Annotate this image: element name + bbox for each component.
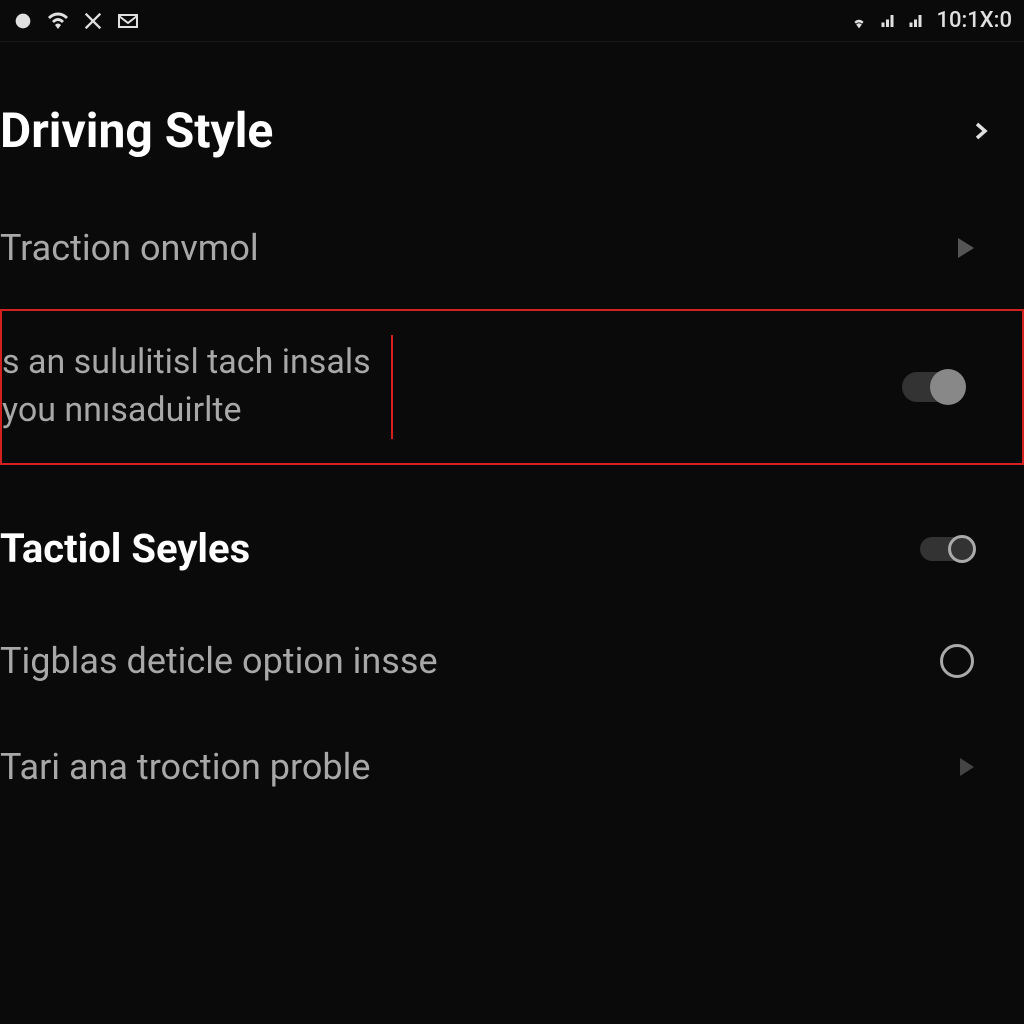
page-title: Driving Style [0,102,273,159]
crossed-icon [82,10,104,32]
play-arrow-icon [958,238,974,258]
wifi-signal-icon [848,10,870,32]
tigblas-radio-control[interactable] [940,644,974,678]
toggle-switch-on[interactable] [902,372,962,402]
status-bar: 10:1X:0 [0,0,1024,42]
traction-label: Traction onvmol [0,227,259,269]
toggle-switch-off[interactable] [920,537,974,561]
red-divider [391,335,393,439]
status-time: 10:1X:0 [936,8,1012,33]
radio-button-icon[interactable] [940,644,974,678]
traction-arrow [958,238,974,258]
highlighted-line2: you nnısaduirlte [2,387,371,435]
highlighted-setting-row[interactable]: s an sululitisl tach insals you nnısadui… [0,309,1024,465]
tigblas-row[interactable]: Tigblas deticle option insse [0,600,1024,710]
highlighted-toggle-control[interactable] [902,372,1012,402]
status-bar-right: 10:1X:0 [848,8,1012,33]
tigblas-label: Tigblas deticle option insse [0,640,438,682]
tactiol-row[interactable]: Tactiol Seyles [0,477,1024,600]
toggle-knob-icon [930,369,966,405]
settings-content: Driving Style Traction onvmol s an sulul… [0,42,1024,816]
mail-icon [116,9,140,33]
wifi-icon [46,9,70,33]
tari-arrow [960,758,974,776]
highlighted-line1: s an sululitisl tach insals [2,339,371,387]
driving-style-header[interactable]: Driving Style [0,42,1024,199]
tari-label: Tari ana troction proble [0,746,370,788]
status-bar-left [12,9,140,33]
signal-bars-icon-1 [880,12,898,30]
highlighted-description: s an sululitisl tach insals you nnısadui… [2,339,391,434]
chevron-right-icon [966,117,994,145]
tactiol-toggle-control[interactable] [920,537,974,561]
signal-bars-icon-2 [908,12,926,30]
toggle-knob-off-icon [948,535,976,563]
notification-icon [12,10,34,32]
tactiol-label: Tactiol Seyles [0,525,250,572]
tari-row[interactable]: Tari ana troction proble [0,710,1024,816]
traction-row[interactable]: Traction onvmol [0,199,1024,297]
play-arrow-small-icon [960,758,974,776]
